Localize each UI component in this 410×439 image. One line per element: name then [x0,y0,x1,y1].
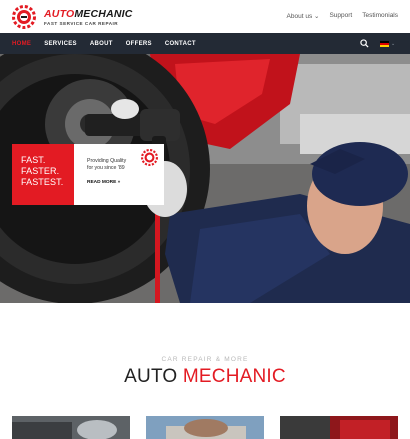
thumbnail-image-1 [12,416,130,439]
logo-text-mechanic: MECHANIC [74,8,133,20]
logo-tagline: FAST SERVICE CAR REPAIR [44,21,119,26]
logo-text-auto: AUTO [44,8,75,20]
top-links: About us ⌄ Support Testimonials [287,12,398,20]
promo-line-faster: FASTER. [21,166,60,176]
thumbnail-image-3 [280,416,398,439]
top-bar: AUTOMECHANIC FAST SERVICE CAR REPAIR Abo… [0,0,410,33]
promo-line-fast: FAST. [21,155,46,165]
nav-services[interactable]: SERVICES [44,41,77,47]
read-more-link[interactable]: READ MORE » [87,180,164,185]
promo-desc-line2: for you since '89 [87,165,125,171]
language-caret-icon[interactable]: ⌄ [391,41,395,47]
nav-items: HOME SERVICES ABOUT OFFERS CONTACT [12,33,196,54]
promo-slogan-box: FAST. FASTER. FASTEST. [12,144,74,205]
german-flag-icon[interactable] [380,41,389,47]
service-thumbnail-2[interactable] [146,416,264,439]
gear-badge-icon [141,149,158,166]
service-thumbnail-1[interactable] [12,416,130,439]
thumbnail-image-2 [146,416,264,439]
section-title-auto: AUTO [124,366,178,387]
gear-logo-icon[interactable] [12,5,36,29]
section-kicker: CAR REPAIR & MORE [161,356,249,363]
search-icon[interactable] [360,39,369,48]
nav-contact[interactable]: CONTACT [165,41,196,47]
nav-home[interactable]: HOME [12,41,31,47]
service-thumbnail-3[interactable] [280,416,398,439]
support-link[interactable]: Support [329,12,352,20]
nav-offers[interactable]: OFFERS [126,41,152,47]
about-us-link[interactable]: About us ⌄ [287,12,320,20]
promo-line-fastest: FASTEST. [21,177,64,187]
section-title-mechanic: MECHANIC [182,366,286,387]
section-title: AUTO MECHANIC [0,366,410,388]
logo-text[interactable]: AUTOMECHANIC [44,8,133,20]
testimonials-link[interactable]: Testimonials [362,12,398,20]
promo-info-box: Providing Quality for you since '89 READ… [74,144,164,205]
nav-about[interactable]: ABOUT [90,41,113,47]
main-nav: HOME SERVICES ABOUT OFFERS CONTACT ⌄ [0,33,410,54]
